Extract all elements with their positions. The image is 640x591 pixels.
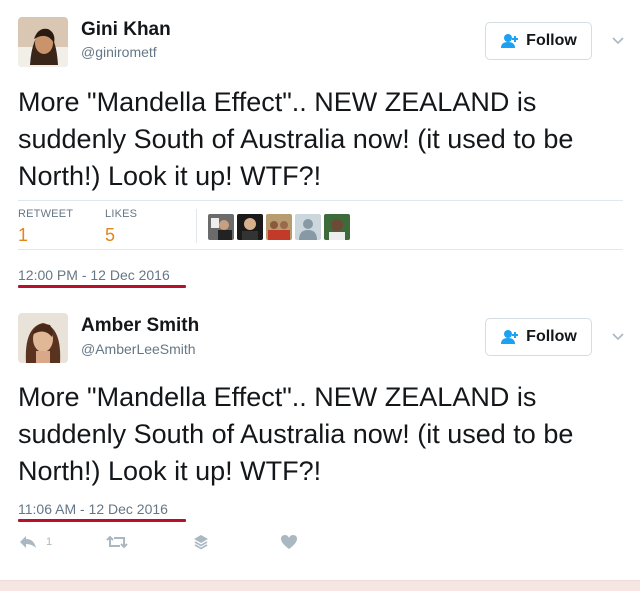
tweet-card-2: Amber Smith @AmberLeeSmith Follow More "…: [0, 300, 640, 580]
liker-avatar[interactable]: [237, 214, 263, 240]
add-user-icon: [501, 330, 519, 344]
timestamp-underline: [18, 519, 186, 522]
likes-count: 5: [105, 225, 116, 245]
timestamp[interactable]: 12:00 PM - 12 Dec 2016: [18, 267, 170, 283]
liker-avatar[interactable]: [324, 214, 350, 240]
liker-avatars: [208, 214, 350, 240]
retweet-stat[interactable]: RETWEET 1: [18, 208, 73, 246]
follow-label: Follow: [526, 32, 577, 49]
tweet-stats: RETWEET 1 LIKES 5: [18, 200, 623, 250]
tweet-card-1: Gini Khan @ginirometf Follow More "Mande…: [0, 0, 640, 300]
heart-icon: [281, 535, 297, 549]
liker-avatar[interactable]: [266, 214, 292, 240]
likes-label: LIKES: [105, 208, 138, 220]
user-handle[interactable]: @ginirometf: [81, 44, 157, 60]
tweet-text: More "Mandella Effect".. NEW ZEALAND is …: [18, 382, 581, 486]
avatar[interactable]: [18, 17, 68, 67]
liker-avatar[interactable]: [208, 214, 234, 240]
chevron-down-icon[interactable]: [610, 33, 626, 49]
layers-action[interactable]: [193, 534, 209, 550]
tweet-text: More "Mandella Effect".. NEW ZEALAND is …: [18, 87, 581, 191]
likes-stat[interactable]: LIKES 5: [105, 208, 137, 246]
retweet-action[interactable]: [106, 534, 128, 550]
layers-icon: [194, 535, 208, 550]
follow-button[interactable]: Follow: [485, 318, 592, 356]
stats-divider: [196, 209, 197, 243]
tweet-actions: 1: [18, 534, 318, 554]
follow-label: Follow: [526, 328, 577, 345]
retweet-label: RETWEET: [18, 208, 74, 220]
liker-avatar[interactable]: [295, 214, 321, 240]
timestamp[interactable]: 11:06 AM - 12 Dec 2016: [18, 501, 168, 517]
user-handle[interactable]: @AmberLeeSmith: [81, 341, 196, 357]
display-name[interactable]: Gini Khan: [81, 19, 171, 41]
reply-action[interactable]: 1: [18, 534, 52, 550]
retweet-icon: [106, 535, 128, 549]
avatar[interactable]: [18, 313, 68, 363]
page-bottom-band: [0, 580, 640, 591]
reply-count: 1: [46, 536, 53, 548]
timestamp-underline: [18, 285, 186, 288]
add-user-icon: [501, 34, 519, 48]
follow-button[interactable]: Follow: [485, 22, 592, 60]
chevron-down-icon[interactable]: [610, 329, 626, 345]
reply-icon: [20, 536, 36, 548]
retweet-count: 1: [18, 225, 29, 245]
like-action[interactable]: [280, 534, 298, 550]
display-name[interactable]: Amber Smith: [81, 315, 199, 337]
